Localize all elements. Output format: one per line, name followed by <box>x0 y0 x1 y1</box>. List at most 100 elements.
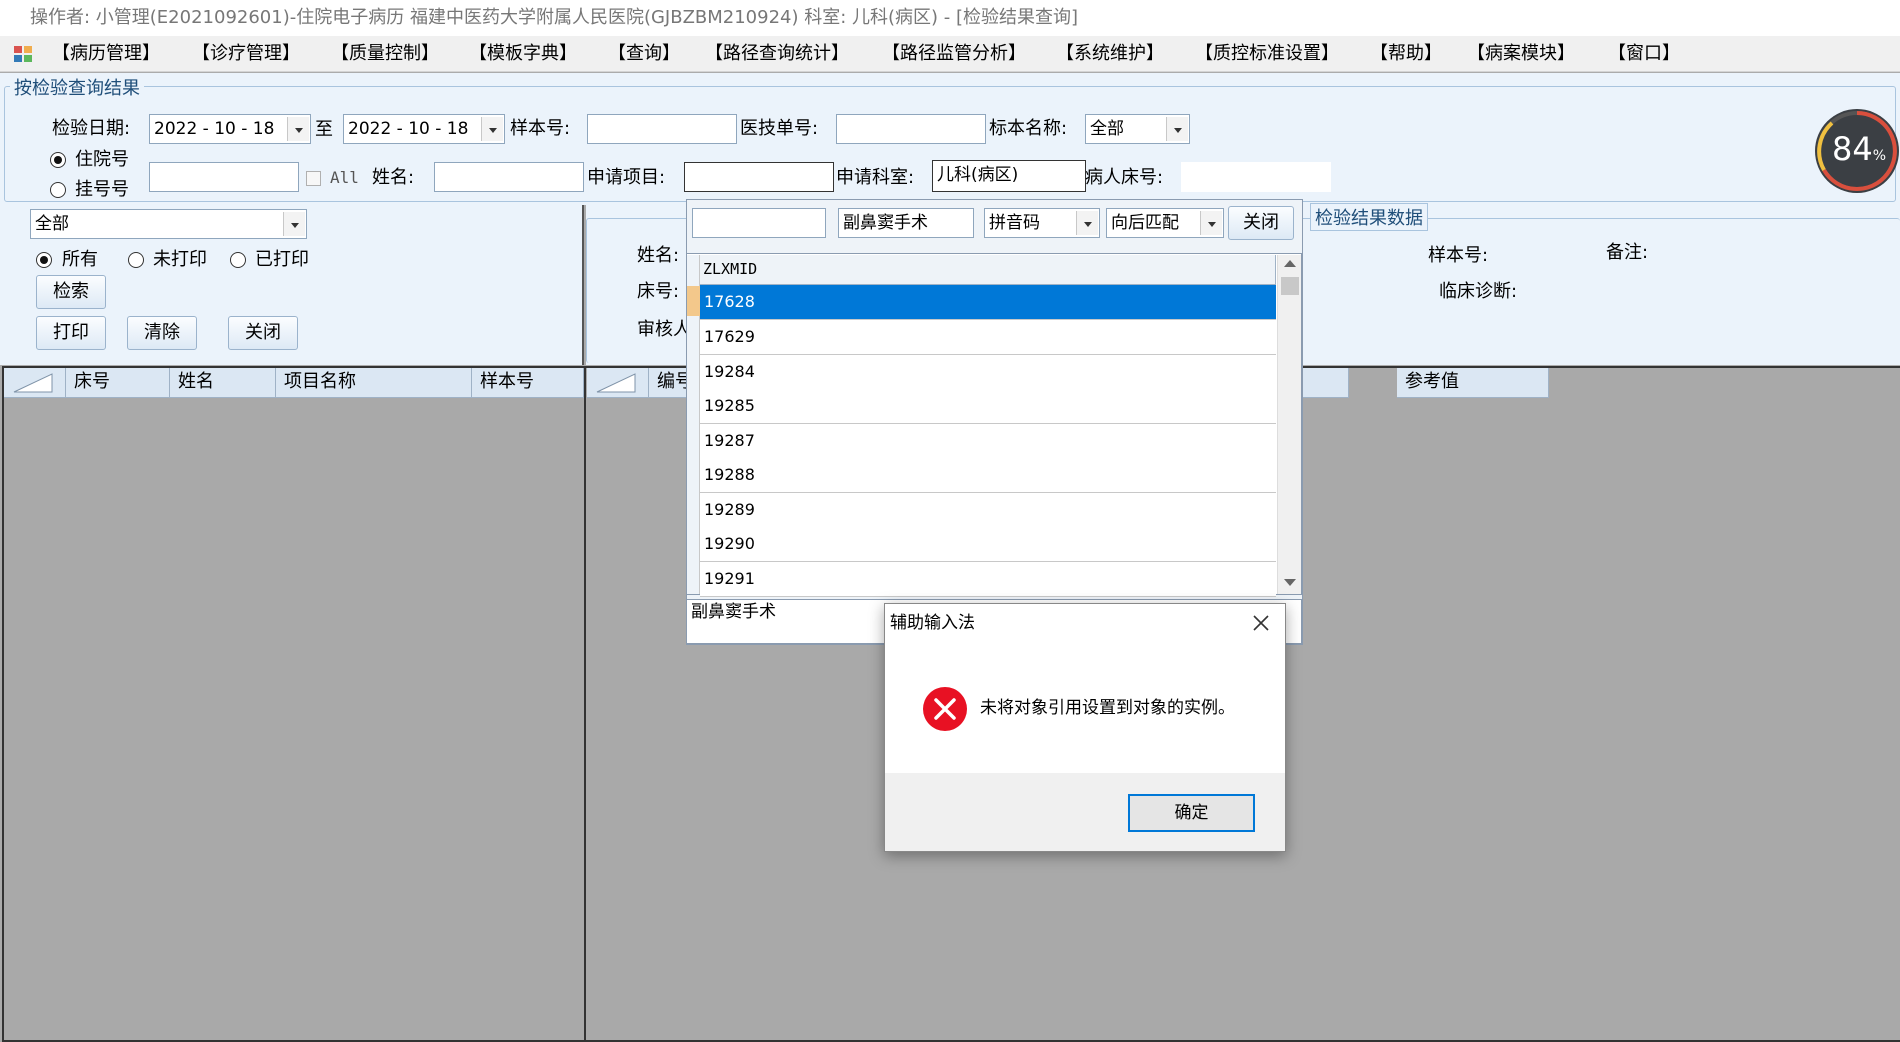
radio-inpatient-no[interactable] <box>50 152 66 168</box>
chevron-down-icon[interactable] <box>1166 117 1188 141</box>
tech-no-label: 医技单号: <box>740 118 819 139</box>
column-header-sample-no[interactable]: 样本号 <box>472 368 584 398</box>
menu-system-maintenance[interactable]: 【系统维护】 <box>1056 42 1164 66</box>
tech-no-input[interactable] <box>836 114 986 144</box>
chevron-down-icon[interactable] <box>481 117 503 141</box>
popup-list-row[interactable]: 17628 <box>700 285 1276 320</box>
category-filter-value: 全部 <box>35 214 69 234</box>
sample-no-label: 样本号: <box>510 118 571 139</box>
chevron-down-icon[interactable] <box>1200 211 1222 235</box>
popup-close-button[interactable]: 关闭 <box>1228 206 1294 240</box>
scroll-up-icon[interactable] <box>1284 260 1296 267</box>
popup-list-row[interactable]: 19290 <box>700 527 1276 562</box>
popup-list-row[interactable]: 19289 <box>700 493 1276 528</box>
popup-item-input[interactable]: 副鼻窦手术 <box>838 208 974 238</box>
detail-diagnosis-label: 临床诊断: <box>1439 281 1518 302</box>
radio-unprinted-label: 未打印 <box>153 249 207 270</box>
query-group-title: 按检验查询结果 <box>10 74 144 100</box>
radio-printed-label: 已打印 <box>255 249 309 270</box>
patient-no-input[interactable] <box>149 162 299 192</box>
close-icon[interactable] <box>1250 612 1272 634</box>
bed-input[interactable] <box>1181 162 1331 192</box>
radio-printed[interactable] <box>230 252 246 268</box>
radio-all-print[interactable] <box>36 252 52 268</box>
name-input[interactable] <box>434 162 584 192</box>
popup-match-value: 向后匹配 <box>1111 213 1179 233</box>
popup-scrollbar[interactable] <box>1277 255 1301 594</box>
column-header-reference[interactable]: 参考值 <box>1397 368 1549 398</box>
print-button[interactable]: 打印 <box>36 316 106 350</box>
menu-template-dictionary[interactable]: 【模板字典】 <box>469 42 577 66</box>
radio-registration-no[interactable] <box>50 182 66 198</box>
gauge-value: 84% <box>1832 130 1887 168</box>
popup-mode-select[interactable]: 拼音码 <box>984 208 1100 238</box>
menu-qc-standards[interactable]: 【质控标准设置】 <box>1195 42 1339 66</box>
search-button[interactable]: 检索 <box>36 275 106 309</box>
chevron-down-icon[interactable] <box>287 117 309 141</box>
radio-unprinted[interactable] <box>128 252 144 268</box>
app-menu-icon[interactable] <box>13 45 33 63</box>
detail-note-label: 备注: <box>1606 242 1649 263</box>
category-filter-select[interactable]: 全部 <box>30 209 307 239</box>
detail-bed-label: 床号: <box>637 281 680 302</box>
all-checkbox[interactable] <box>306 171 321 186</box>
close-button[interactable]: 关闭 <box>228 316 298 350</box>
menu-medical-records[interactable]: 【病历管理】 <box>52 42 160 66</box>
menu-diagnosis[interactable]: 【诊疗管理】 <box>192 42 300 66</box>
sample-no-input[interactable] <box>587 114 737 144</box>
popup-list-row[interactable]: 19288 <box>700 458 1276 493</box>
date-to-label: 至 <box>315 119 333 140</box>
popup-selected-indicator <box>687 286 700 316</box>
menu-pathway-statistics[interactable]: 【路径查询统计】 <box>705 42 849 66</box>
dialog-message: 未将对象引用设置到对象的实例。 <box>980 698 1235 718</box>
menu-quality-control[interactable]: 【质量控制】 <box>331 42 439 66</box>
menu-case-module[interactable]: 【病案模块】 <box>1467 42 1575 66</box>
apply-dept-input[interactable]: 儿科(病区) <box>932 160 1086 192</box>
detail-reviewer-label: 审核人 <box>637 319 691 340</box>
radio-registration-label: 挂号号 <box>75 179 129 200</box>
popup-search-input[interactable] <box>692 208 826 238</box>
all-label: All <box>330 168 359 187</box>
error-icon <box>922 686 968 732</box>
clear-button[interactable]: 清除 <box>127 316 197 350</box>
specimen-value: 全部 <box>1090 119 1124 139</box>
column-header-bed[interactable]: 床号 <box>66 368 170 398</box>
popup-column-header: ZLXMID <box>700 255 1276 285</box>
date-from-picker[interactable]: 2022 - 10 - 18 <box>149 114 311 144</box>
popup-list-row[interactable]: 19287 <box>700 424 1276 459</box>
apply-dept-label: 申请科室: <box>836 167 915 188</box>
dialog-title: 辅助输入法 <box>890 613 975 633</box>
menu-window[interactable]: 【窗口】 <box>1608 42 1680 66</box>
menu-query[interactable]: 【查询】 <box>608 42 680 66</box>
chevron-down-icon[interactable] <box>283 212 305 236</box>
radio-inpatient-label: 住院号 <box>75 149 129 170</box>
popup-list-row[interactable]: 19284 <box>700 355 1276 390</box>
date-label: 检验日期: <box>52 118 131 139</box>
column-header-name[interactable]: 姓名 <box>170 368 276 398</box>
popup-list-row[interactable]: 19285 <box>700 389 1276 424</box>
radio-all-print-label: 所有 <box>62 249 98 270</box>
scroll-down-icon[interactable] <box>1284 579 1296 586</box>
popup-list-row[interactable]: 19291 <box>700 562 1276 597</box>
column-header-item-name[interactable]: 项目名称 <box>276 368 472 398</box>
ok-button[interactable]: 确定 <box>1128 794 1255 832</box>
popup-list-row[interactable]: 17629 <box>700 320 1276 355</box>
chevron-down-icon[interactable] <box>1076 211 1098 235</box>
menu-pathway-analysis[interactable]: 【路径监管分析】 <box>882 42 1026 66</box>
date-to-value: 2022 - 10 - 18 <box>348 119 469 139</box>
grid-corner <box>4 368 66 398</box>
popup-mode-value: 拼音码 <box>989 213 1040 233</box>
scroll-thumb[interactable] <box>1281 277 1299 295</box>
menu-help[interactable]: 【帮助】 <box>1370 42 1442 66</box>
popup-match-select[interactable]: 向后匹配 <box>1106 208 1224 238</box>
specimen-label: 标本名称: <box>989 118 1068 139</box>
date-to-picker[interactable]: 2022 - 10 - 18 <box>343 114 505 144</box>
detail-sample-label: 样本号: <box>1428 245 1489 266</box>
detail-group-title: 检验结果数据 <box>1310 203 1428 231</box>
date-from-value: 2022 - 10 - 18 <box>154 119 275 139</box>
bed-label: 病人床号: <box>1085 167 1164 188</box>
apply-item-input[interactable] <box>684 162 834 192</box>
apply-item-label: 申请项目: <box>587 167 666 188</box>
left-results-grid[interactable] <box>2 366 586 1042</box>
specimen-select[interactable]: 全部 <box>1085 114 1190 144</box>
